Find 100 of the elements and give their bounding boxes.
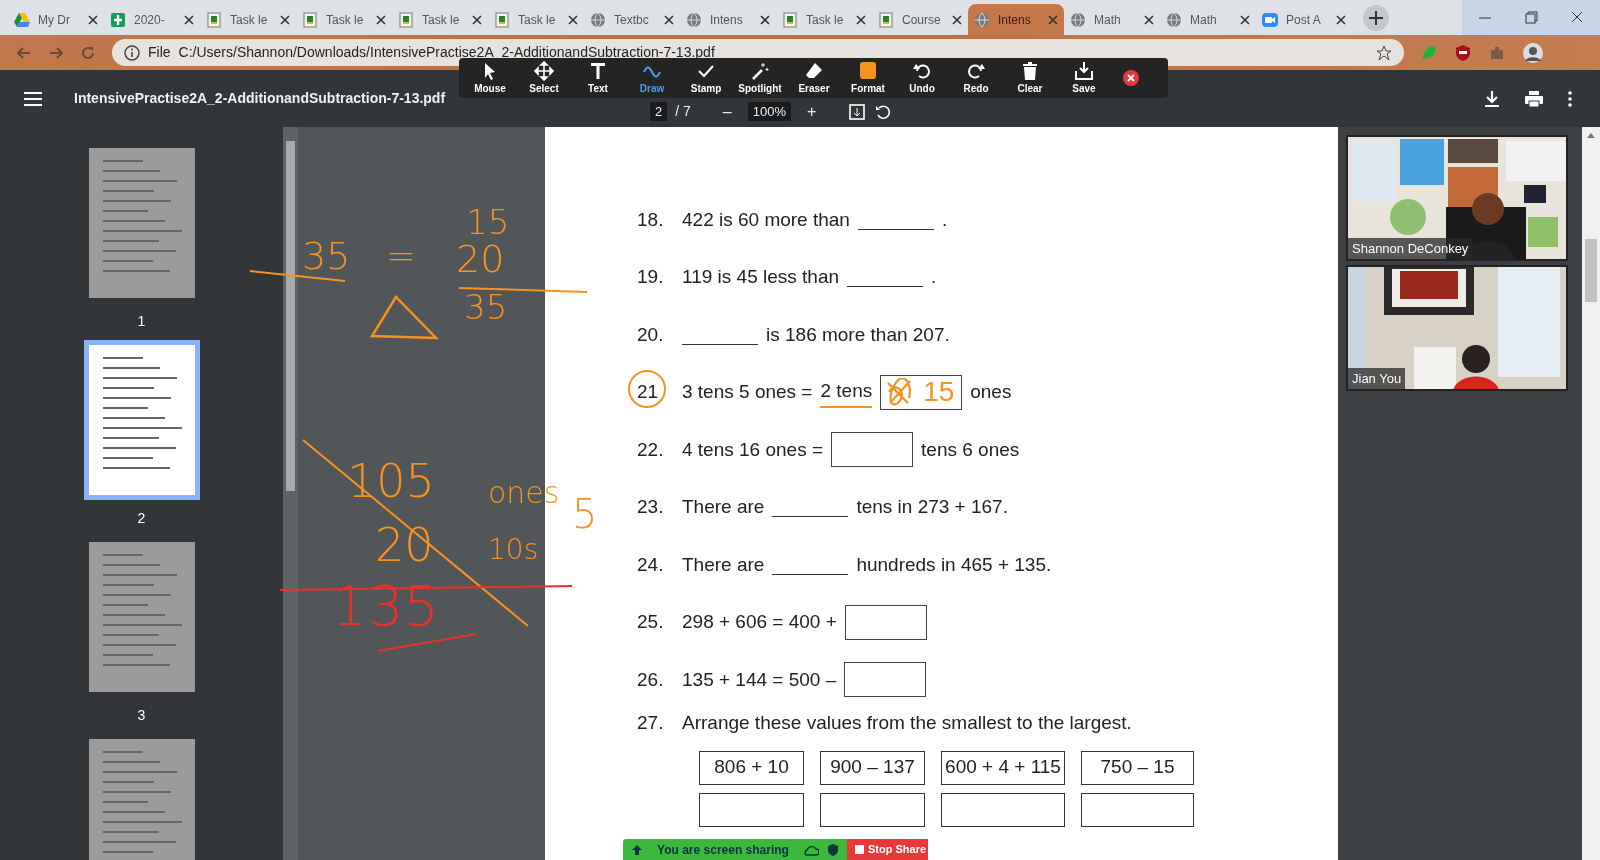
- menu-icon[interactable]: [24, 91, 42, 106]
- globe-icon: [1070, 11, 1086, 28]
- shield-icon[interactable]: [1454, 43, 1472, 62]
- scrollbar-thumb[interactable]: [1585, 239, 1597, 302]
- close-icon[interactable]: [760, 14, 770, 25]
- browser-tab[interactable]: Post A: [1256, 4, 1352, 35]
- share-status-text: You are screen sharing: [656, 841, 790, 859]
- page-label: 3: [137, 706, 146, 725]
- close-icon[interactable]: [1144, 14, 1154, 25]
- browser-tab[interactable]: Intens: [968, 4, 1064, 35]
- page-total: / 7: [675, 102, 691, 121]
- close-icon[interactable]: [472, 14, 482, 25]
- value-box: 806 + 10: [699, 750, 804, 785]
- question-text: 4 tens 16 ones =: [682, 437, 824, 462]
- browser-tab[interactable]: Task le: [488, 4, 584, 35]
- value-box: 600 + 4 + 115: [941, 750, 1065, 785]
- answer-box[interactable]: [844, 662, 927, 698]
- document-icon: [782, 11, 798, 28]
- browser-tab[interactable]: Math: [1064, 4, 1160, 35]
- avatar-icon[interactable]: [1522, 41, 1544, 64]
- browser-tab[interactable]: Task le: [776, 4, 872, 35]
- question-text: 422 is 60 more than: [682, 207, 850, 232]
- answer-box[interactable]: [831, 432, 914, 468]
- browser-tab[interactable]: Task le: [296, 4, 392, 35]
- close-icon[interactable]: [664, 14, 674, 25]
- question-text: 3 tens 5 ones =: [682, 380, 813, 404]
- handwritten-note: 10s: [488, 536, 539, 564]
- close-icon[interactable]: [184, 14, 194, 25]
- close-icon[interactable]: [856, 14, 866, 25]
- close-icon[interactable]: [376, 14, 386, 25]
- answer-box[interactable]: [941, 792, 1065, 827]
- browser-tab[interactable]: Task le: [200, 4, 296, 35]
- value-box: 900 – 137: [820, 750, 925, 785]
- scrollbar-thumb[interactable]: [286, 141, 295, 491]
- answer-box[interactable]: [699, 792, 804, 827]
- browser-tab[interactable]: Task le: [392, 4, 488, 35]
- browser-tab[interactable]: Textbc: [584, 4, 680, 35]
- document-icon: [302, 11, 318, 28]
- download-icon[interactable]: [1484, 89, 1500, 108]
- question-text: 298 + 606 = 400 +: [682, 610, 837, 634]
- globe-icon: [1166, 11, 1182, 28]
- browser-tab[interactable]: Math: [1160, 4, 1256, 35]
- question-text: 119 is 45 less than: [682, 265, 840, 289]
- new-tab-icon[interactable]: [1362, 4, 1390, 32]
- print-icon[interactable]: [1524, 89, 1544, 108]
- close-icon[interactable]: [568, 14, 578, 25]
- browser-tab[interactable]: My Dr: [8, 4, 104, 35]
- question-number: 24.: [637, 553, 664, 575]
- globe-icon: [686, 11, 702, 28]
- star-icon[interactable]: [1376, 44, 1392, 61]
- browser-tab[interactable]: 2020-: [104, 4, 200, 35]
- question-text: .: [931, 265, 937, 289]
- close-icon[interactable]: [88, 14, 98, 25]
- browser-tab[interactable]: Course: [872, 4, 968, 35]
- value-box: 750 – 15: [1081, 750, 1194, 785]
- handwritten-note: 105: [347, 458, 435, 504]
- question-number: 20.: [637, 323, 664, 345]
- sheet-icon: [110, 11, 126, 28]
- close-icon[interactable]: [1123, 70, 1139, 86]
- close-icon[interactable]: [952, 14, 962, 25]
- zoom-field[interactable]: 100%: [747, 101, 791, 122]
- text-icon: [588, 60, 608, 81]
- zoom-in-button[interactable]: +: [806, 99, 817, 124]
- more-icon[interactable]: [1568, 90, 1572, 107]
- answer-box[interactable]: [1081, 792, 1194, 827]
- question-text: .: [941, 207, 948, 232]
- page-thumbnail[interactable]: [83, 340, 200, 500]
- browser-tab[interactable]: Intens: [680, 4, 776, 35]
- question-text: hundreds in 465 + 135.: [856, 552, 1052, 577]
- answer-box[interactable]: [844, 604, 927, 640]
- shield-icon[interactable]: [827, 843, 839, 856]
- rotate-icon[interactable]: [874, 102, 893, 121]
- page-label: 1: [137, 312, 146, 331]
- color-swatch-icon: [858, 60, 878, 81]
- page-number-field[interactable]: 2: [650, 101, 668, 122]
- close-icon[interactable]: [1240, 14, 1250, 25]
- fit-page-icon[interactable]: [848, 102, 867, 121]
- handwritten-note: 5: [572, 494, 598, 534]
- question-number: 19.: [637, 266, 664, 287]
- handwritten-note: 20: [456, 240, 505, 278]
- handwritten-answer: 15: [923, 375, 955, 410]
- close-icon[interactable]: [1336, 14, 1346, 25]
- question-text: is 186 more than 207.: [766, 322, 950, 347]
- participant-name: Shannon DeConkey: [1348, 237, 1473, 259]
- handwritten-note: 35: [302, 237, 351, 275]
- question-text: 135 + 144 = 500 –: [682, 667, 837, 692]
- question-text: tens 6 ones: [921, 437, 1020, 462]
- scroll-up-icon[interactable]: [1586, 131, 1596, 139]
- stop-share-button[interactable]: Stop Share: [847, 839, 928, 860]
- question-text: Arrange these values from the smallest to the largest.: [682, 711, 1132, 736]
- question-text: There are: [682, 552, 765, 577]
- page-label: 2: [137, 509, 146, 528]
- cloud-icon[interactable]: [803, 843, 819, 856]
- zoom-out-button[interactable]: –: [722, 99, 732, 124]
- answer-box[interactable]: [820, 792, 925, 827]
- question-number: 26.: [637, 668, 664, 690]
- info-icon: [124, 44, 140, 61]
- close-icon[interactable]: [280, 14, 290, 25]
- handwritten-note: 135: [332, 578, 439, 634]
- save-icon: [1074, 60, 1094, 81]
